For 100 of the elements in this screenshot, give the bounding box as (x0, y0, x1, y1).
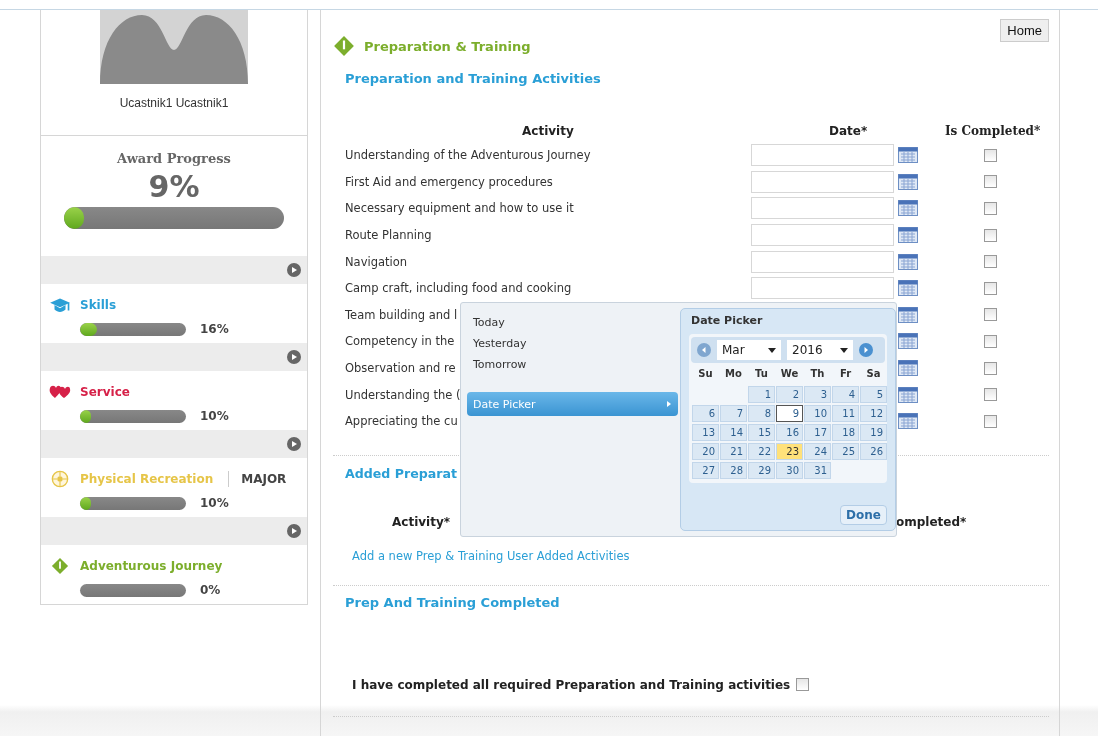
date-field[interactable] (751, 170, 894, 193)
category-percent: 16% (200, 322, 229, 336)
activity-name: Navigation (345, 254, 408, 269)
page-title: Preparation & Training (364, 38, 531, 54)
calendar-day[interactable]: 16 (776, 424, 803, 441)
arrow-icon (666, 400, 672, 408)
calendar-day[interactable]: 24 (804, 443, 831, 460)
activity-name: Understanding of the Adventurous Journey (345, 148, 591, 163)
menu-item[interactable]: Today (467, 312, 678, 333)
checkbox[interactable] (984, 388, 997, 402)
calendar-icon[interactable] (898, 333, 918, 350)
activity-name: Understanding the ( (345, 387, 461, 402)
calendar-icon[interactable] (898, 147, 918, 164)
calendar-day[interactable]: 17 (804, 424, 831, 441)
calendar-day[interactable]: 23 (776, 443, 803, 460)
calendar-day[interactable]: 18 (832, 424, 859, 441)
previous-month-icon[interactable] (697, 343, 711, 357)
calendar-title: Date Picker (690, 313, 764, 327)
done-button[interactable]: Done (840, 505, 887, 525)
checkbox[interactable] (984, 202, 997, 215)
menu-item[interactable]: Yesterday (467, 333, 678, 354)
next-month-icon[interactable] (859, 343, 873, 357)
calendar-day[interactable]: 19 (860, 424, 887, 441)
checkbox[interactable] (984, 414, 997, 428)
calendar-day[interactable]: 31 (804, 462, 831, 479)
section-heading: Preparation and Training Activities (344, 71, 602, 86)
calendar-day[interactable]: 13 (692, 424, 719, 441)
calendar-icon[interactable] (898, 280, 918, 297)
calendar-icon[interactable] (898, 200, 918, 217)
calendar-day[interactable]: 10 (804, 405, 831, 422)
category-percent: 10% (200, 409, 229, 423)
checkbox[interactable] (984, 361, 997, 375)
checkbox[interactable] (984, 308, 997, 322)
column-header: Is Completed* (945, 124, 1041, 138)
activity-name: Necessary equipment and how to use it (345, 201, 574, 216)
user-name: Ucastnik1 Ucastnik1 (119, 96, 229, 110)
year-select[interactable]: 2016 (787, 340, 853, 360)
calendar-day[interactable]: 21 (720, 443, 747, 460)
weekday-label: Mo (724, 368, 743, 381)
calendar-icon[interactable] (898, 360, 918, 377)
category-percent: 0% (200, 583, 221, 597)
calendar-day[interactable]: 5 (860, 386, 887, 403)
checkbox[interactable] (984, 148, 997, 162)
checkbox[interactable] (984, 175, 997, 189)
weekday-label: Sa (865, 368, 882, 381)
calendar-day[interactable]: 3 (804, 386, 831, 403)
calendar-icon[interactable] (898, 227, 918, 244)
add-activity-link[interactable]: Add a new Prep & Training User Added Activities (352, 548, 1049, 563)
date-field[interactable] (751, 277, 894, 300)
date-field[interactable] (751, 224, 894, 247)
caret-icon (840, 347, 848, 353)
checkbox[interactable] (984, 334, 997, 348)
calendar-day[interactable]: 4 (832, 386, 859, 403)
calendar-day[interactable]: 20 (692, 443, 719, 460)
weekday-label: Tu (754, 368, 769, 381)
calendar-day[interactable]: 7 (720, 405, 747, 422)
calendar-day[interactable]: 6 (692, 405, 719, 422)
weekday-label: Th (809, 368, 826, 381)
date-field[interactable] (751, 144, 894, 167)
calendar-day[interactable]: 1 (748, 386, 775, 403)
calendar-day[interactable]: 25 (832, 443, 859, 460)
checkbox[interactable] (984, 281, 997, 295)
calendar-icon[interactable] (898, 386, 918, 403)
major-tag: MAJOR (241, 472, 287, 486)
calendar-day[interactable]: 28 (720, 462, 747, 479)
calendar-day[interactable]: 29 (748, 462, 775, 479)
date-field[interactable] (751, 197, 894, 220)
checkbox[interactable] (984, 228, 997, 242)
calendar-day[interactable]: 30 (776, 462, 803, 479)
calendar-day[interactable]: 14 (720, 424, 747, 441)
calendar-day[interactable]: 2 (776, 386, 803, 403)
home-button[interactable]: Home (1000, 19, 1049, 42)
weekday-label: We (779, 368, 800, 381)
play-icon[interactable] (287, 263, 301, 277)
play-icon[interactable] (287, 437, 301, 451)
diamond-icon (333, 35, 355, 57)
month-select[interactable]: Mar (717, 340, 781, 360)
category-name[interactable]: Skills (80, 298, 117, 312)
menu-item[interactable]: Tomorrow (467, 354, 678, 375)
date-field[interactable] (751, 250, 894, 273)
calendar-day[interactable]: 15 (748, 424, 775, 441)
play-icon[interactable] (287, 350, 301, 364)
calendar-day[interactable]: 27 (692, 462, 719, 479)
column-header: ompleted* (896, 514, 967, 529)
calendar-day[interactable]: 22 (748, 443, 775, 460)
activity-name: Observation and re (345, 361, 456, 376)
category-name[interactable]: Service (80, 385, 130, 399)
calendar-day[interactable]: 12 (860, 405, 887, 422)
calendar-icon[interactable] (898, 253, 918, 270)
calendar-day[interactable]: 9 (776, 405, 803, 422)
calendar-day[interactable]: 11 (832, 405, 859, 422)
calendar-icon[interactable] (898, 413, 918, 430)
calendar-icon[interactable] (898, 306, 918, 323)
calendar-day[interactable]: 26 (860, 443, 887, 460)
play-icon[interactable] (287, 524, 301, 538)
activity-name: First Aid and emergency procedures (345, 174, 553, 189)
calendar-icon[interactable] (898, 173, 918, 190)
calendar-day[interactable]: 8 (748, 405, 775, 422)
checkbox[interactable] (984, 255, 997, 269)
checkbox[interactable] (796, 678, 810, 692)
